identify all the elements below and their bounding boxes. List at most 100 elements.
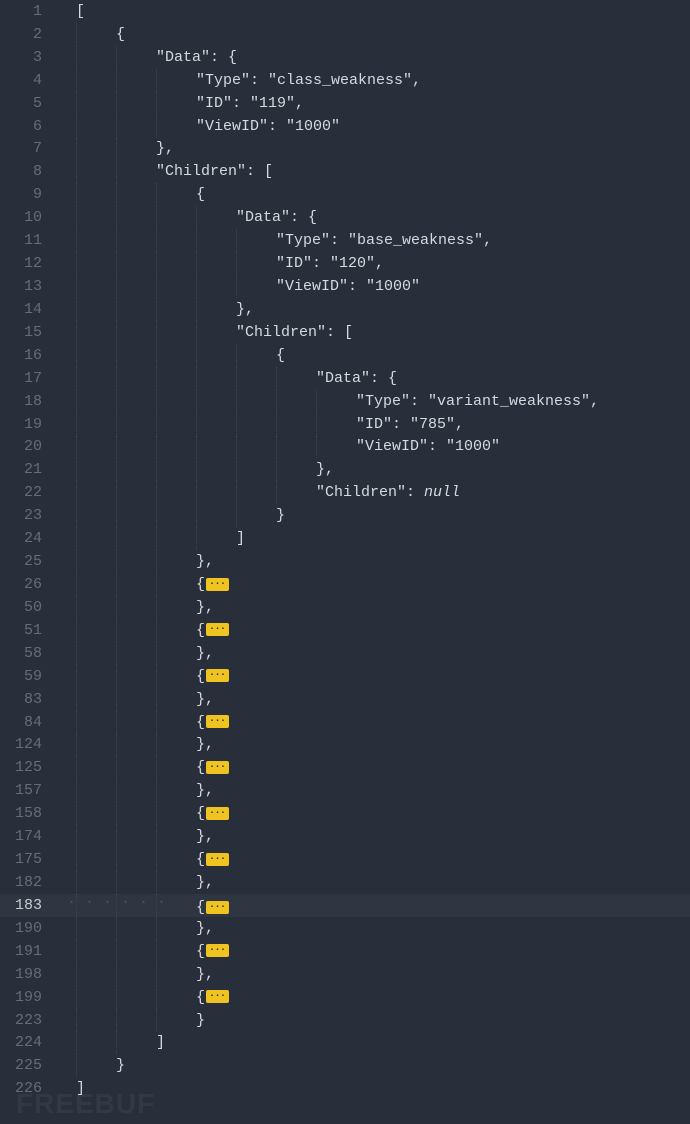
code-line[interactable]: 84{··· [0,711,690,734]
code-line[interactable]: 26{··· [0,573,690,596]
line-number: 11 [0,232,58,249]
code-content: }, [58,645,214,662]
code-line[interactable]: 125{··· [0,756,690,779]
fold-marker-icon[interactable]: ··· [206,669,229,682]
code-line[interactable]: 51{··· [0,619,690,642]
code-line[interactable]: 15"Children": [ [0,321,690,344]
code-line[interactable]: 183 · · · · · · {··· [0,894,690,917]
code-line[interactable]: 174}, [0,825,690,848]
code-line[interactable]: 83}, [0,688,690,711]
code-line[interactable]: 4"Type": "class_weakness", [0,69,690,92]
code-line[interactable]: 9{ [0,183,690,206]
code-line[interactable]: 226] [0,1077,690,1100]
code-line[interactable]: 14}, [0,298,690,321]
code-line[interactable]: 182}, [0,871,690,894]
code-line[interactable]: 25}, [0,550,690,573]
code-line[interactable]: 198}, [0,963,690,986]
code-content: "Children": [ [58,324,353,341]
code-content: "ViewID": "1000" [58,118,340,135]
line-number: 25 [0,553,58,570]
code-content: }, [58,966,214,983]
code-content: } [58,507,285,524]
code-content: {··· [58,714,230,731]
code-line[interactable]: 191{··· [0,940,690,963]
line-number: 4 [0,72,58,89]
code-line[interactable]: 20"ViewID": "1000" [0,436,690,459]
line-number: 224 [0,1034,58,1051]
code-content: {··· [58,668,230,685]
code-content: ] [58,1080,85,1097]
code-line[interactable]: 3"Data": { [0,46,690,69]
line-number: 1 [0,3,58,20]
line-number: 15 [0,324,58,341]
fold-marker-icon[interactable]: ··· [206,944,229,957]
line-number: 199 [0,989,58,1006]
code-content: "Data": { [58,49,237,66]
line-number: 174 [0,828,58,845]
code-line[interactable]: 16{ [0,344,690,367]
code-line[interactable]: 24] [0,527,690,550]
code-line[interactable]: 7}, [0,138,690,161]
code-content: {··· [58,851,230,868]
line-number: 6 [0,118,58,135]
fold-marker-icon[interactable]: ··· [206,853,229,866]
code-line[interactable]: 11"Type": "base_weakness", [0,229,690,252]
code-line[interactable]: 223} [0,1009,690,1032]
code-line[interactable]: 21}, [0,458,690,481]
line-number: 183 [0,897,58,914]
code-line[interactable]: 225} [0,1054,690,1077]
line-number: 19 [0,416,58,433]
code-line[interactable]: 190}, [0,917,690,940]
fold-marker-icon[interactable]: ··· [206,715,229,728]
fold-marker-icon[interactable]: ··· [206,761,229,774]
code-line[interactable]: 158{··· [0,802,690,825]
line-number: 9 [0,186,58,203]
fold-marker-icon[interactable]: ··· [206,807,229,820]
code-content: { [58,26,125,43]
code-content: }, [58,301,254,318]
line-number: 223 [0,1012,58,1029]
code-content: {··· [58,759,230,776]
code-line[interactable]: 18"Type": "variant_weakness", [0,390,690,413]
code-line[interactable]: 10"Data": { [0,206,690,229]
code-line[interactable]: 6"ViewID": "1000" [0,115,690,138]
code-line[interactable]: 199{··· [0,986,690,1009]
fold-marker-icon[interactable]: ··· [206,578,229,591]
code-line[interactable]: 12"ID": "120", [0,252,690,275]
line-number: 8 [0,163,58,180]
line-number: 124 [0,736,58,753]
code-line[interactable]: 23} [0,504,690,527]
code-line[interactable]: 1[ [0,0,690,23]
code-line[interactable]: 59{··· [0,665,690,688]
code-editor[interactable]: 1[2{3"Data": {4"Type": "class_weakness",… [0,0,690,1124]
code-line[interactable]: 8"Children": [ [0,160,690,183]
line-number: 125 [0,759,58,776]
code-line[interactable]: 124}, [0,734,690,757]
code-content: }, [58,599,214,616]
line-number: 191 [0,943,58,960]
line-number: 58 [0,645,58,662]
code-line[interactable]: 2{ [0,23,690,46]
code-content: [ [58,3,85,20]
line-number: 22 [0,484,58,501]
line-number: 158 [0,805,58,822]
fold-marker-icon[interactable]: ··· [206,990,229,1003]
fold-marker-icon[interactable]: ··· [206,901,229,914]
fold-marker-icon[interactable]: ··· [206,623,229,636]
line-number: 84 [0,714,58,731]
code-line[interactable]: 13"ViewID": "1000" [0,275,690,298]
line-number: 2 [0,26,58,43]
code-line[interactable]: 17"Data": { [0,367,690,390]
code-line[interactable]: 157}, [0,779,690,802]
code-line[interactable]: 22"Children": null [0,481,690,504]
line-number: 14 [0,301,58,318]
code-line[interactable]: 175{··· [0,848,690,871]
code-content: · · · · · · {··· [58,894,230,916]
code-line[interactable]: 58}, [0,642,690,665]
code-content: "ViewID": "1000" [58,438,500,455]
code-line[interactable]: 224] [0,1031,690,1054]
code-line[interactable]: 5"ID": "119", [0,92,690,115]
code-line[interactable]: 50}, [0,596,690,619]
code-content: }, [58,920,214,937]
code-line[interactable]: 19"ID": "785", [0,413,690,436]
